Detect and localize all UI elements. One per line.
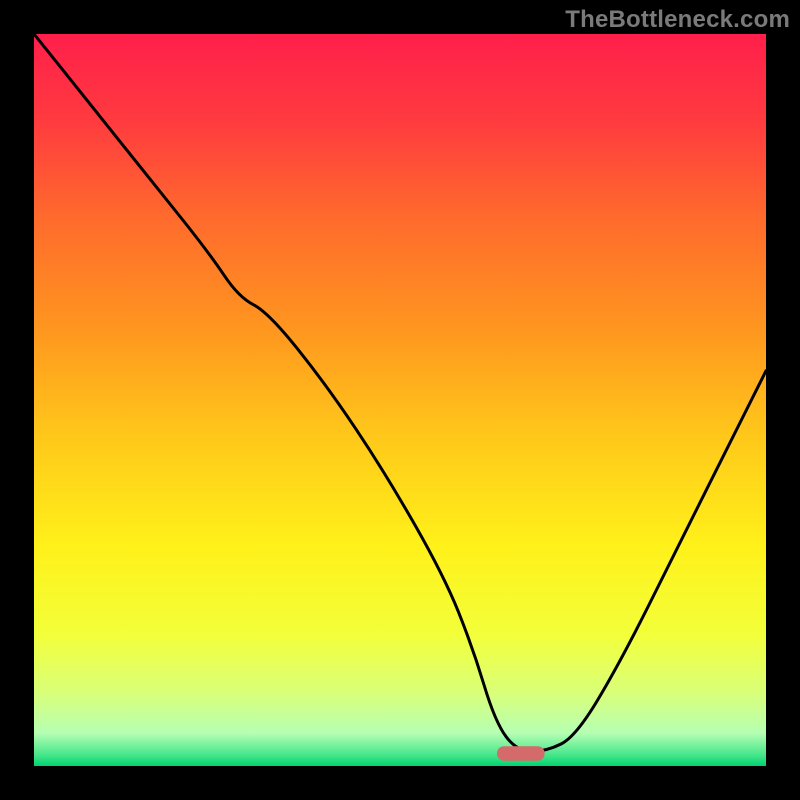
chart-svg [34,34,766,766]
attribution-label: TheBottleneck.com [565,6,790,34]
gradient-background [34,34,766,766]
plot-area [34,34,766,766]
optimal-marker [497,746,545,761]
chart-frame: TheBottleneck.com [0,0,800,800]
